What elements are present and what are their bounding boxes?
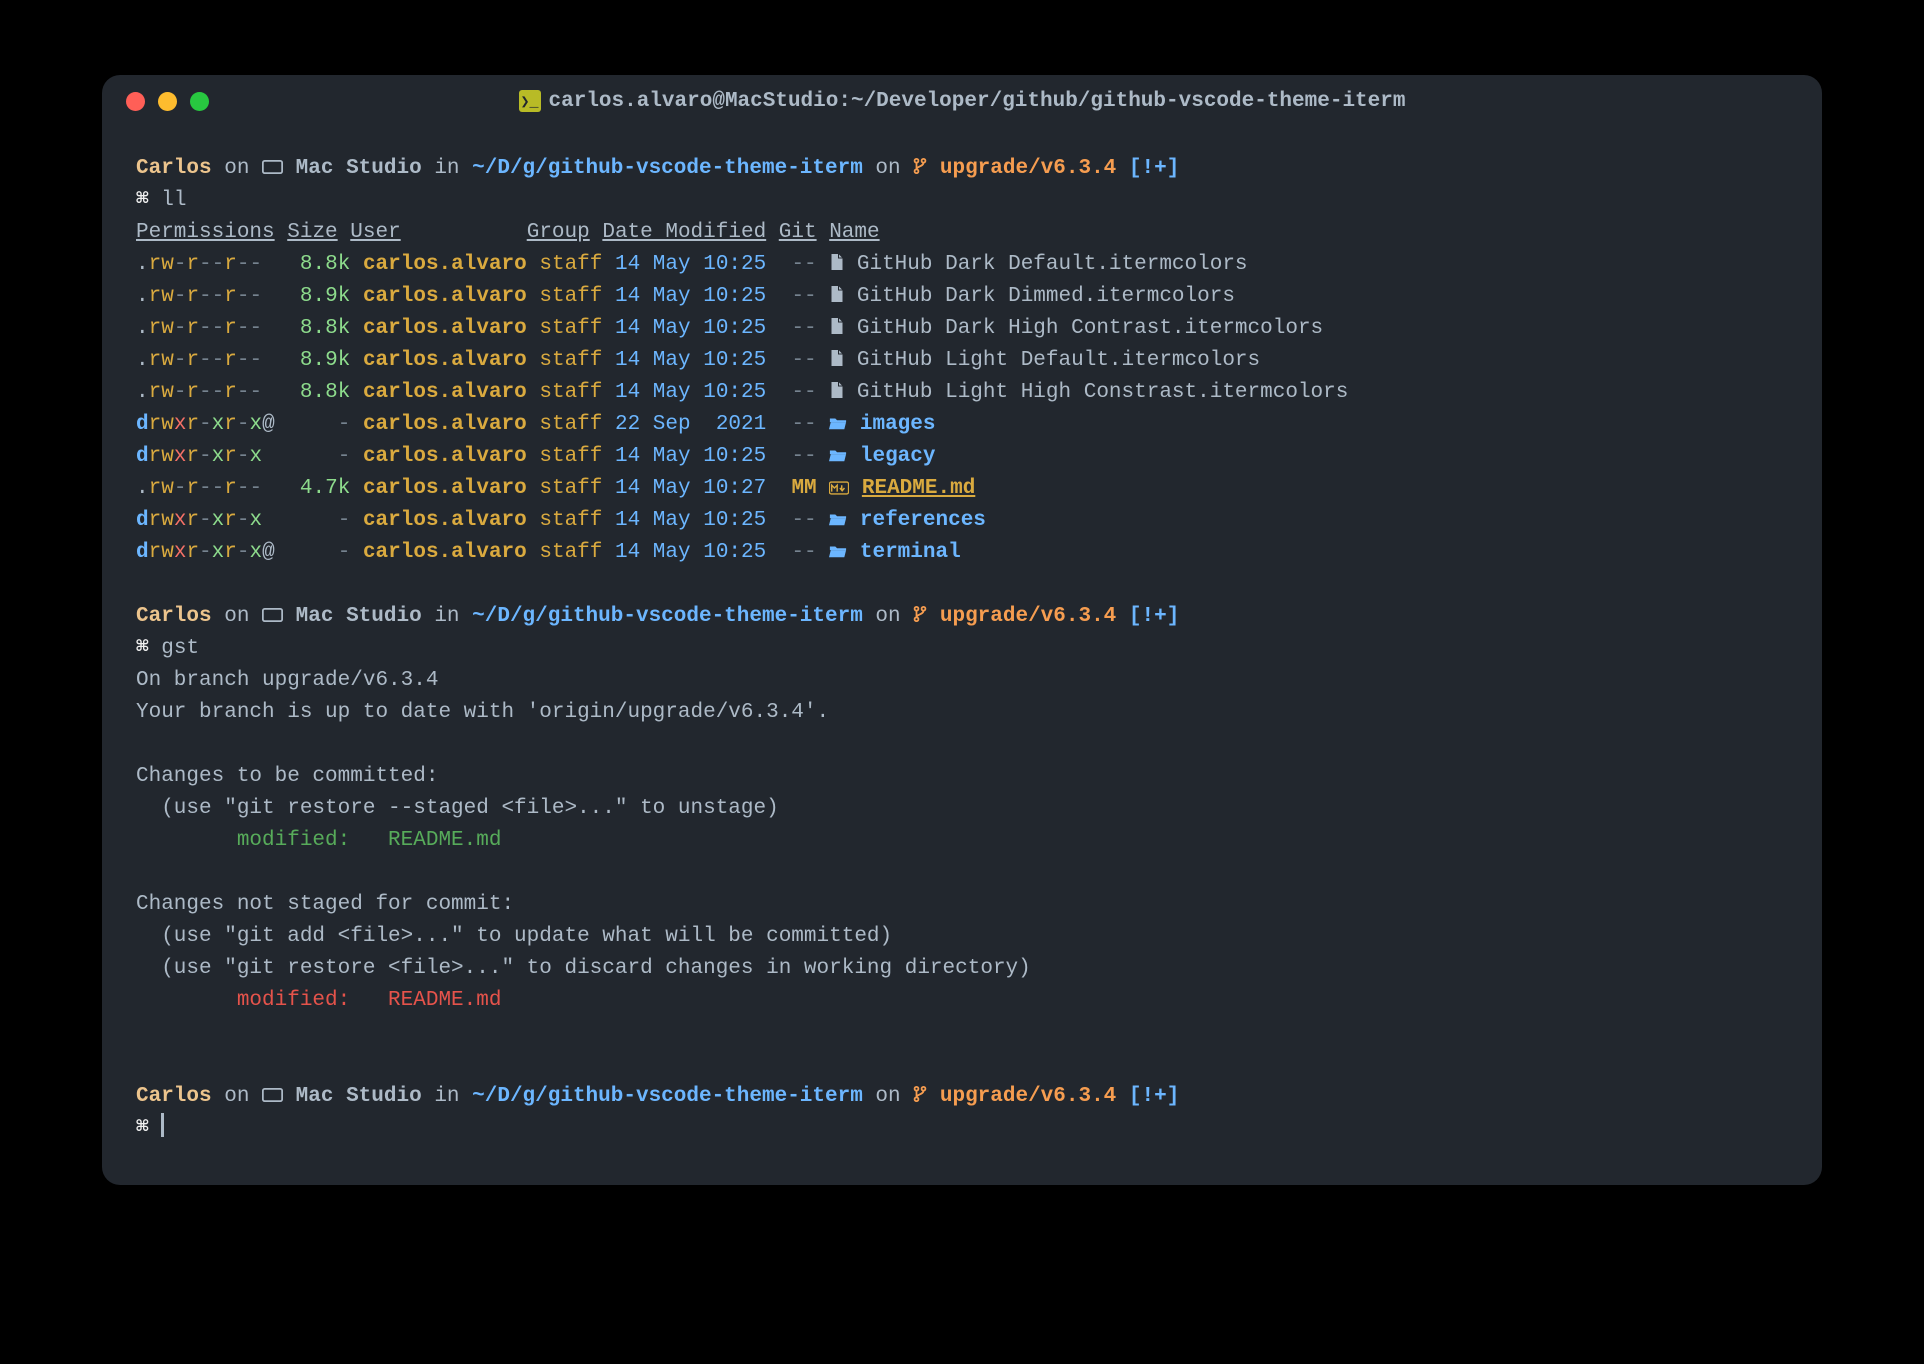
file-row: .rw-r--r-- 8.9k carlos.alvaro staff 14 M…	[136, 349, 1260, 372]
file-row: drwxr-xr-x - carlos.alvaro staff 14 May …	[136, 509, 986, 532]
prompt-line-3: Carlos on Mac Studio in ~/D/g/github-vsc…	[136, 1085, 1179, 1108]
prompt-host: Mac Studio	[296, 157, 422, 180]
terminal-body[interactable]: Carlos on Mac Studio in ~/D/g/github-vsc…	[102, 127, 1822, 1185]
host-icon	[262, 157, 283, 180]
file-row: drwxr-xr-x - carlos.alvaro staff 14 May …	[136, 445, 936, 468]
file-type-icon	[829, 349, 844, 372]
prompt-in: in	[434, 157, 459, 180]
gst-staged-hdr: Changes to be committed:	[136, 765, 438, 788]
hdr-user: User	[350, 221, 400, 244]
host-icon	[262, 605, 283, 628]
prompt-line-2: Carlos on Mac Studio in ~/D/g/github-vsc…	[136, 605, 1179, 628]
zoom-button[interactable]	[190, 92, 209, 111]
file-type-icon	[829, 253, 844, 276]
cursor	[161, 1113, 164, 1137]
file-row: drwxr-xr-x@ - carlos.alvaro staff 22 Sep…	[136, 413, 936, 436]
file-row: .rw-r--r-- 8.8k carlos.alvaro staff 14 M…	[136, 317, 1323, 340]
hdr-git: Git	[779, 221, 817, 244]
hdr-size: Size	[287, 221, 337, 244]
terminal-window: ❯_ carlos.alvaro@MacStudio:~/Developer/g…	[102, 75, 1822, 1185]
hdr-perm: Permissions	[136, 221, 275, 244]
file-row: .rw-r--r-- 8.9k carlos.alvaro staff 14 M…	[136, 285, 1235, 308]
hdr-date: Date Modified	[602, 221, 766, 244]
file-type-icon	[829, 509, 847, 532]
file-type-icon	[829, 477, 849, 500]
terminal-icon: ❯_	[519, 90, 541, 112]
prompt-on: on	[224, 157, 249, 180]
branch-icon	[913, 1085, 927, 1108]
gst-branch: On branch upgrade/v6.3.4	[136, 669, 438, 692]
prompt-on2: on	[875, 157, 900, 180]
window-title-text: carlos.alvaro@MacStudio:~/Developer/gith…	[549, 90, 1406, 113]
file-list: .rw-r--r-- 8.8k carlos.alvaro staff 14 M…	[136, 249, 1788, 569]
hdr-name: Name	[829, 221, 879, 244]
gst-unstaged-hint2: (use "git restore <file>..." to discard …	[136, 957, 1031, 980]
gst-staged-file: modified: README.md	[136, 829, 501, 852]
gst-uptodate: Your branch is up to date with 'origin/u…	[136, 701, 829, 724]
cmd-ll: ll	[161, 189, 186, 212]
file-type-icon	[829, 285, 844, 308]
window-title: ❯_ carlos.alvaro@MacStudio:~/Developer/g…	[102, 90, 1822, 113]
file-row: .rw-r--r-- 8.8k carlos.alvaro staff 14 M…	[136, 253, 1248, 276]
prompt-symbol: ⌘	[136, 189, 149, 212]
branch-icon	[913, 157, 927, 180]
file-row: drwxr-xr-x@ - carlos.alvaro staff 14 May…	[136, 541, 961, 564]
prompt-branch: upgrade/v6.3.4	[940, 157, 1116, 180]
host-icon	[262, 1085, 283, 1108]
minimize-button[interactable]	[158, 92, 177, 111]
prompt-symbol: ⌘	[136, 1117, 149, 1140]
gst-unstaged-hdr: Changes not staged for commit:	[136, 893, 514, 916]
cmd-gst: gst	[161, 637, 199, 660]
gst-unstaged-file: modified: README.md	[136, 989, 501, 1012]
prompt-line-1: Carlos on Mac Studio in ~/D/g/github-vsc…	[136, 157, 1179, 180]
titlebar: ❯_ carlos.alvaro@MacStudio:~/Developer/g…	[102, 75, 1822, 127]
file-row: .rw-r--r-- 8.8k carlos.alvaro staff 14 M…	[136, 381, 1348, 404]
gst-staged-hint: (use "git restore --staged <file>..." to…	[136, 797, 779, 820]
prompt-user: Carlos	[136, 157, 212, 180]
prompt-path: ~/D/g/github-vscode-theme-iterm	[472, 157, 863, 180]
close-button[interactable]	[126, 92, 145, 111]
traffic-lights	[126, 92, 209, 111]
branch-icon	[913, 605, 927, 628]
hdr-group: Group	[527, 221, 590, 244]
file-type-icon	[829, 381, 844, 404]
file-type-icon	[829, 445, 847, 468]
gst-unstaged-hint1: (use "git add <file>..." to update what …	[136, 925, 892, 948]
file-type-icon	[829, 317, 844, 340]
file-type-icon	[829, 541, 847, 564]
prompt-symbol: ⌘	[136, 637, 149, 660]
file-row: .rw-r--r-- 4.7k carlos.alvaro staff 14 M…	[136, 477, 975, 500]
prompt-flags: [!+]	[1129, 157, 1179, 180]
file-type-icon	[829, 413, 847, 436]
